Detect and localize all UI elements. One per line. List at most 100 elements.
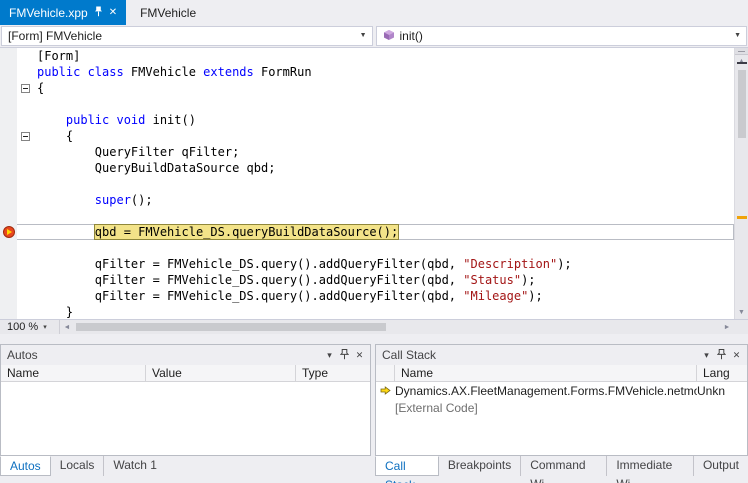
breakpoint-margin[interactable] [0, 272, 17, 288]
fold-margin [17, 96, 33, 112]
code-line[interactable] [0, 208, 734, 224]
breakpoint-margin[interactable] [0, 288, 17, 304]
breakpoint-margin[interactable] [0, 256, 17, 272]
window-position-icon[interactable]: ▾ [699, 350, 714, 361]
breakpoint-margin[interactable] [0, 224, 17, 240]
scope-dropdown[interactable]: [Form] FMVehicle ▼ [1, 26, 373, 46]
code-token: ); [521, 273, 535, 287]
pin-icon[interactable] [94, 6, 103, 20]
code-token [37, 193, 95, 207]
tool-tab-locals[interactable]: Locals [51, 456, 104, 476]
code-line[interactable]: { [0, 80, 734, 96]
code-line[interactable]: qbd = FMVehicle_DS.queryBuildDataSource(… [0, 224, 734, 240]
breakpoint-margin[interactable] [0, 96, 17, 112]
zoom-dropdown[interactable]: 100 % ▾ [0, 320, 60, 334]
column-header-name[interactable]: Name [395, 365, 697, 381]
pin-icon[interactable] [714, 349, 729, 362]
autos-grid-body[interactable] [1, 382, 370, 455]
code-line[interactable]: super(); [0, 192, 734, 208]
code-line[interactable] [0, 96, 734, 112]
tool-tab-command-wi[interactable]: Command Wi... [520, 456, 606, 476]
breakpoint-position-marker [737, 216, 747, 219]
autos-panel-title-bar[interactable]: Autos ▾ ✕ [1, 345, 370, 365]
code-line[interactable]: QueryBuildDataSource qbd; [0, 160, 734, 176]
fold-margin [17, 176, 33, 192]
code-area[interactable]: [Form]public class FMVehicle extends For… [0, 48, 734, 319]
code-line[interactable]: public void init() [0, 112, 734, 128]
code-line[interactable]: qFilter = FMVehicle_DS.query().addQueryF… [0, 288, 734, 304]
close-icon[interactable]: ✕ [729, 350, 744, 361]
code-line[interactable]: public class FMVehicle extends FormRun [0, 64, 734, 80]
breakpoint-margin[interactable] [0, 160, 17, 176]
fold-margin [17, 128, 33, 144]
code-line[interactable]: { [0, 128, 734, 144]
vertical-scrollbar[interactable]: ▲ ▼ [734, 48, 748, 319]
code-token: (); [131, 193, 153, 207]
code-text: qbd = FMVehicle_DS.queryBuildDataSource(… [33, 224, 398, 240]
right-tool-tabs: Call StackBreakpointsCommand Wi...Immedi… [375, 456, 748, 476]
code-text [33, 208, 37, 224]
code-line[interactable]: } [0, 304, 734, 319]
breakpoint-margin[interactable] [0, 208, 17, 224]
callstack-grid-body[interactable]: Dynamics.AX.FleetManagement.Forms.FMVehi… [376, 382, 747, 455]
horizontal-scrollbar[interactable] [74, 320, 720, 334]
code-line[interactable]: qFilter = FMVehicle_DS.query().addQueryF… [0, 272, 734, 288]
scroll-right-icon[interactable]: ► [720, 320, 734, 334]
code-token: qFilter = FMVehicle_DS.query().addQueryF… [37, 257, 463, 271]
fold-collapse-icon[interactable] [21, 132, 30, 141]
window-position-icon[interactable]: ▾ [322, 350, 337, 361]
zoom-value: 100 % [7, 321, 38, 333]
scope-dropdown-value: [Form] FMVehicle [8, 29, 102, 43]
vertical-scrollbar-thumb[interactable] [738, 70, 746, 138]
column-header-name[interactable]: Name [1, 365, 146, 381]
breakpoint-current-statement-icon[interactable] [3, 226, 15, 238]
breakpoint-margin[interactable] [0, 48, 17, 64]
column-header-value[interactable]: Value [146, 365, 296, 381]
code-line[interactable]: [Form] [0, 48, 734, 64]
breakpoint-margin[interactable] [0, 112, 17, 128]
code-token: qFilter = FMVehicle_DS.query().addQueryF… [37, 289, 463, 303]
code-text: QueryBuildDataSource qbd; [33, 160, 275, 176]
scroll-down-icon[interactable]: ▼ [735, 306, 748, 319]
fold-margin [17, 304, 33, 319]
breakpoint-margin[interactable] [0, 144, 17, 160]
close-icon[interactable]: ✕ [109, 8, 117, 18]
doc-tab-fmvehicle-xpp[interactable]: FMVehicle.xpp ✕ [0, 0, 126, 25]
callstack-panel-title-bar[interactable]: Call Stack ▾ ✕ [376, 345, 747, 365]
breakpoint-margin[interactable] [0, 304, 17, 319]
code-line[interactable]: qFilter = FMVehicle_DS.query().addQueryF… [0, 256, 734, 272]
column-header-type[interactable]: Type [296, 365, 370, 381]
tool-tab-call-stack[interactable]: Call Stack [375, 456, 439, 476]
callstack-row[interactable]: Dynamics.AX.FleetManagement.Forms.FMVehi… [376, 382, 747, 399]
scroll-left-icon[interactable]: ◄ [60, 320, 74, 334]
breakpoint-margin[interactable] [0, 192, 17, 208]
doc-tab-fmvehicle[interactable]: FMVehicle [126, 0, 210, 25]
horizontal-scrollbar-thumb[interactable] [76, 323, 386, 331]
tool-tab-breakpoints[interactable]: Breakpoints [439, 456, 520, 476]
visual-studio-window: FMVehicle.xpp ✕ FMVehicle [Form] FMVehic… [0, 0, 748, 483]
tool-tab-immediate-wi[interactable]: Immediate Wi... [606, 456, 693, 476]
method-icon [383, 29, 395, 44]
member-dropdown[interactable]: init() ▼ [376, 26, 748, 46]
fold-collapse-icon[interactable] [21, 84, 30, 93]
breakpoint-margin[interactable] [0, 128, 17, 144]
tool-tab-output[interactable]: Output [693, 456, 748, 476]
code-line[interactable] [0, 240, 734, 256]
tool-tab-autos[interactable]: Autos [0, 456, 51, 476]
breakpoint-margin[interactable] [0, 64, 17, 80]
tool-tab-watch-1[interactable]: Watch 1 [103, 456, 166, 476]
callstack-row[interactable]: [External Code] [376, 399, 747, 416]
column-header-lang[interactable]: Lang [697, 365, 747, 381]
code-line[interactable]: QueryFilter qFilter; [0, 144, 734, 160]
split-window-grip[interactable] [735, 48, 748, 55]
pin-icon[interactable] [337, 349, 352, 362]
code-line[interactable] [0, 176, 734, 192]
code-text: { [33, 80, 44, 96]
breakpoint-margin[interactable] [0, 240, 17, 256]
close-icon[interactable]: ✕ [352, 350, 367, 361]
tool-window-area: Autos ▾ ✕ Name Value Type Call Stack [0, 344, 748, 456]
horizontal-splitter[interactable] [0, 334, 748, 344]
fold-margin [17, 48, 33, 64]
breakpoint-margin[interactable] [0, 176, 17, 192]
breakpoint-margin[interactable] [0, 80, 17, 96]
